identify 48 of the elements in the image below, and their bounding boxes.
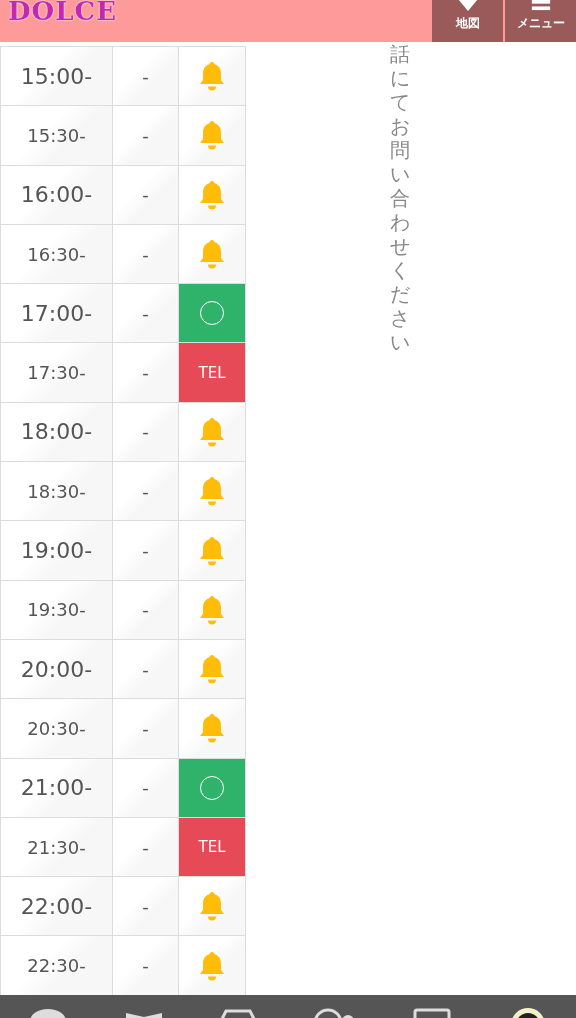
time-cell: 22:00- <box>0 876 113 937</box>
table-cell: - <box>112 105 179 166</box>
bell-icon <box>198 949 226 982</box>
menu-button[interactable]: メニュー <box>505 0 576 42</box>
bell-icon <box>198 712 226 745</box>
map-button[interactable]: 地図 <box>432 0 503 42</box>
table-cell: - <box>112 283 179 344</box>
tel-cell: TEL <box>178 342 246 403</box>
time-cell: 17:00- <box>0 283 113 344</box>
time-cell: 20:30- <box>0 698 113 759</box>
table-cell: - <box>112 46 179 107</box>
table-cell: - <box>112 638 179 700</box>
time-cell: 15:30- <box>0 105 113 166</box>
bell-icon <box>198 593 226 626</box>
time-cell: 15:00- <box>0 46 113 107</box>
bell-icon <box>198 60 226 93</box>
table-cell: - <box>112 935 179 996</box>
bell-icon <box>198 534 226 567</box>
time-cell: 19:00- <box>0 520 113 581</box>
time-cell: 22:30- <box>0 935 113 996</box>
time-cell: 20:00- <box>0 638 113 700</box>
time-cell: 21:30- <box>0 816 113 878</box>
bell-icon <box>198 238 226 271</box>
table-cell: - <box>112 816 179 878</box>
time-cell: 18:30- <box>0 461 113 522</box>
table-cell: - <box>112 757 179 818</box>
bell-icon <box>198 178 226 211</box>
time-cell: 18:00- <box>0 401 113 463</box>
time-cell: 21:00- <box>0 757 113 818</box>
table-cell: - <box>112 461 179 522</box>
time-cell: 16:30- <box>0 223 113 285</box>
time-cell: 17:30- <box>0 342 113 403</box>
note-text: 話にてお問い合わせください <box>390 42 410 354</box>
time-cell: 19:30- <box>0 579 113 640</box>
tel-cell: TEL <box>178 816 246 878</box>
table-cell: - <box>112 698 179 759</box>
table-cell: - <box>112 579 179 640</box>
pin-icon <box>457 0 478 11</box>
time-cell: 16:00- <box>0 164 113 225</box>
table-cell: - <box>112 164 179 225</box>
bell-icon <box>198 475 226 508</box>
table-cell: - <box>112 520 179 581</box>
bell-icon <box>198 119 226 152</box>
table-cell: - <box>112 401 179 463</box>
bell-icon <box>198 653 226 686</box>
table-cell: - <box>112 342 179 403</box>
bell-icon <box>198 890 226 923</box>
bell-icon <box>198 415 226 448</box>
